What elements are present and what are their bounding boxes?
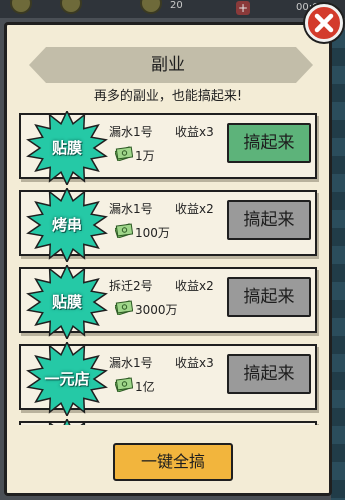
- job-card: 烤串 漏水1号 收益x2 100万 搞起来: [19, 188, 317, 262]
- game-hud: 20 + 00:00: [0, 0, 345, 18]
- job-yield: 收益x2: [175, 202, 214, 216]
- hud-coin-icon: [60, 0, 82, 14]
- job-name: 贴膜: [51, 293, 82, 311]
- money-icon: [115, 223, 133, 238]
- job-yield: 收益x3: [175, 125, 214, 139]
- job-card: 一元店 漏水1号 收益x3 1亿 搞起来: [19, 342, 317, 416]
- start-all-button[interactable]: 一键全搞: [113, 443, 233, 481]
- job-name: 一元店: [44, 370, 90, 388]
- start-job-button[interactable]: 搞起来: [227, 200, 311, 240]
- panel-subtitle: 再多的副业，也能搞起来!: [93, 89, 243, 104]
- job-owner: 拆迁2号: [109, 279, 153, 293]
- job-yield: 收益x3: [175, 356, 214, 370]
- close-button[interactable]: [305, 4, 343, 42]
- job-card: 贴膜 漏水1号 收益x3 1万 搞起来: [19, 111, 317, 185]
- hud-count: 20: [170, 0, 183, 11]
- side-jobs-panel: 副业 再多的副业，也能搞起来! 贴膜 漏水1号 收益x3 1万 搞起来 烤串 漏水1号 收益x…: [4, 22, 332, 496]
- start-job-button[interactable]: 搞起来: [227, 277, 311, 317]
- background-strip: [331, 30, 345, 500]
- start-job-button[interactable]: 搞起来: [227, 123, 311, 163]
- hud-coin-icon: [140, 0, 162, 14]
- job-cost: 3000万: [135, 303, 178, 317]
- job-cost: 1亿: [135, 380, 155, 394]
- job-owner: 漏水1号: [109, 356, 153, 370]
- job-cost: 1万: [135, 149, 155, 163]
- job-owner: 漏水1号: [109, 202, 153, 216]
- job-name: 烤串: [51, 216, 82, 234]
- hud-plus-button[interactable]: +: [236, 1, 250, 15]
- job-owner: 漏水1号: [109, 125, 153, 139]
- money-icon: [115, 377, 133, 392]
- panel-title: 副业: [151, 55, 185, 75]
- job-card: 贴膜 拆迁2号 收益x2 3000万 搞起来: [19, 265, 317, 339]
- close-icon: [314, 13, 334, 33]
- money-icon: [115, 300, 133, 315]
- start-job-button[interactable]: 搞起来: [227, 354, 311, 394]
- money-icon: [115, 146, 133, 161]
- hud-coin-icon: [10, 0, 32, 14]
- job-yield: 收益x2: [175, 279, 214, 293]
- job-name: 贴膜: [51, 139, 82, 157]
- job-cost: 100万: [135, 226, 170, 240]
